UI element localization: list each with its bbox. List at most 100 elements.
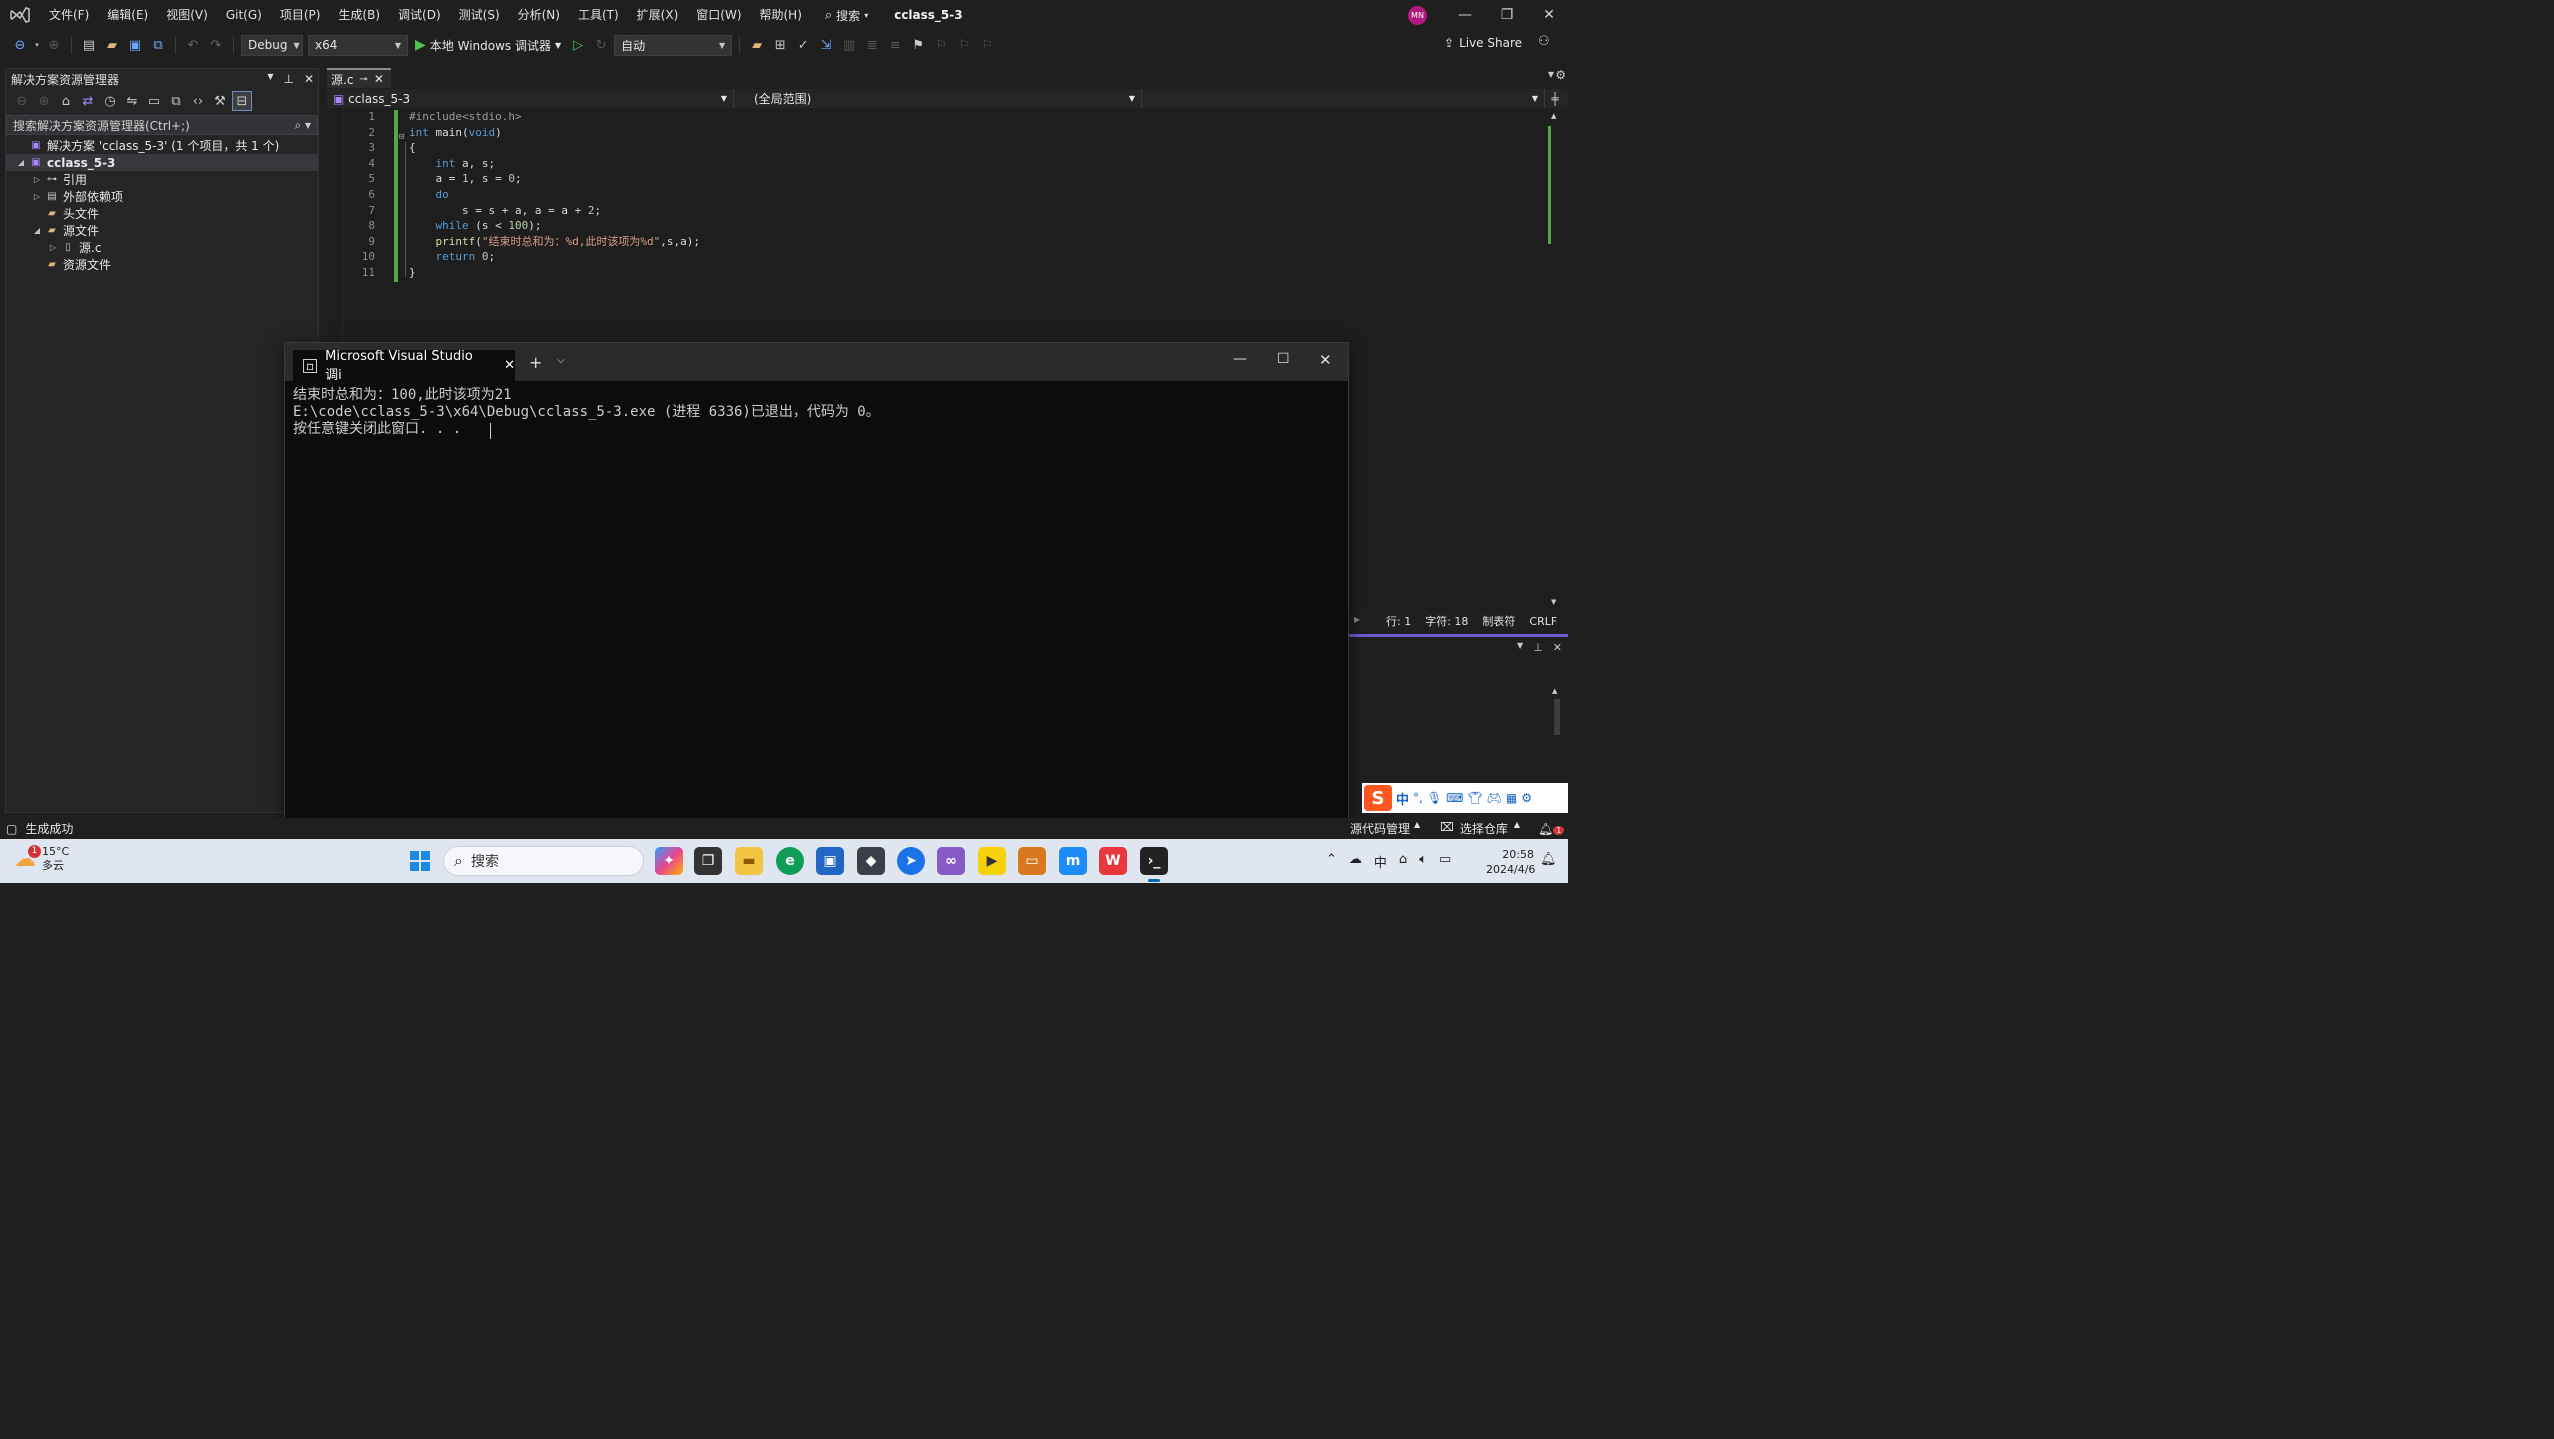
spellcheck-icon[interactable]: ✓	[793, 35, 813, 55]
preview-icon[interactable]: ⊟	[232, 91, 252, 111]
volume-icon[interactable]: 🔈︎	[1419, 852, 1427, 871]
clock[interactable]: 20:58 2024/4/6	[1486, 847, 1535, 877]
debug-console-window[interactable]: ▫ Microsoft Visual Studio 调i ✕ + ⌵ — ☐ ✕…	[284, 342, 1349, 840]
tree-item[interactable]: ▰ 资源文件	[6, 256, 318, 273]
battery-icon[interactable]: ▭	[1439, 852, 1451, 871]
platform-select[interactable]: x64 ▼	[308, 34, 408, 56]
file-explorer-icon[interactable]: ▬	[735, 847, 763, 875]
chevron-up-icon[interactable]: ⌃	[1326, 852, 1337, 871]
scroll-up-icon[interactable]: ▲	[1551, 112, 1556, 120]
toolbox-icon[interactable]: ▦	[1506, 791, 1517, 805]
save-all-icon[interactable]: ⧉	[148, 35, 168, 55]
wps-icon[interactable]: W	[1099, 847, 1127, 875]
new-tab-icon[interactable]: +	[529, 353, 542, 372]
start-without-debugging-icon[interactable]: ▷	[568, 35, 588, 55]
tray-ime[interactable]: 中	[1374, 852, 1387, 871]
network-icon[interactable]: ⌂	[1399, 852, 1407, 871]
collapse-icon[interactable]: ⊟	[399, 132, 404, 142]
layout-icon[interactable]: ⊞	[770, 35, 790, 55]
expander-icon[interactable]: ▷	[30, 192, 44, 201]
show-all-files-icon[interactable]: ⧉	[166, 91, 186, 111]
voice-icon[interactable]: 🎙︎	[1427, 791, 1442, 805]
dropdown-icon[interactable]: ▼	[267, 72, 273, 86]
expander-icon[interactable]: ◢	[14, 158, 28, 167]
redo-icon[interactable]: ↷	[206, 35, 226, 55]
menu-item[interactable]: 扩展(X)	[628, 0, 688, 30]
source-control-button[interactable]: 源代码管理 ▲	[1350, 820, 1420, 837]
ime-mode[interactable]: 中	[1396, 789, 1409, 808]
switch-view-icon[interactable]: ⇄	[78, 91, 98, 111]
restore-icon[interactable]: ❐	[1484, 0, 1530, 30]
edge-icon[interactable]: e	[776, 847, 804, 875]
menu-item[interactable]: 帮助(H)	[751, 0, 811, 30]
clear-bookmark-icon[interactable]: ⚐	[977, 35, 997, 55]
next-bookmark-icon[interactable]: ⚐	[954, 35, 974, 55]
start-debugging-button[interactable]: ▶ 本地 Windows 调试器 ▼	[411, 37, 565, 54]
scroll-down-icon[interactable]: ▼	[1551, 598, 1556, 606]
notifications-icon[interactable]: 🔔︎	[1540, 852, 1557, 867]
punctuation-icon[interactable]: °,	[1413, 791, 1423, 805]
eol-indicator[interactable]: CRLF	[1529, 615, 1557, 628]
select-repo-button[interactable]: ⌧ 选择仓库 ▲	[1440, 820, 1520, 837]
home-icon[interactable]: ⌂	[56, 91, 76, 111]
menu-item[interactable]: 调试(D)	[389, 0, 450, 30]
save-icon[interactable]: ▣	[125, 35, 145, 55]
terminal-icon[interactable]: ›_	[1140, 847, 1168, 875]
undo-icon[interactable]: ↶	[183, 35, 203, 55]
console-tab[interactable]: ▫ Microsoft Visual Studio 调i ✕	[293, 349, 515, 383]
pin-icon[interactable]: ⊥	[1533, 641, 1543, 654]
tree-item[interactable]: ▷ ⊶ 引用	[6, 171, 318, 188]
store-icon[interactable]: ▣	[816, 847, 844, 875]
menu-item[interactable]: 文件(F)	[40, 0, 98, 30]
solution-explorer-search[interactable]: 搜索解决方案资源管理器(Ctrl+;) ⌕ ▾	[6, 115, 318, 135]
properties-icon[interactable]: ⚒	[210, 91, 230, 111]
visual-studio-icon[interactable]: ∞	[937, 847, 965, 875]
potplayer-icon[interactable]: ▶	[978, 847, 1006, 875]
menu-item[interactable]: 测试(S)	[450, 0, 509, 30]
step-icon[interactable]: ⇲	[816, 35, 836, 55]
tree-item[interactable]: ▷ ▯ 源.c	[6, 239, 318, 256]
expander-icon[interactable]: ▷	[30, 175, 44, 184]
skin-icon[interactable]: 👕︎	[1467, 791, 1482, 805]
pin-icon[interactable]: ⊸	[359, 74, 367, 85]
expander-icon[interactable]: ◢	[30, 226, 44, 235]
expander-icon[interactable]: ▷	[46, 243, 60, 252]
scroll-up-icon[interactable]: ▲	[1552, 687, 1557, 695]
minimize-icon[interactable]: —	[1442, 0, 1488, 30]
feishu-icon[interactable]: ➤	[897, 847, 925, 875]
new-project-icon[interactable]: ▤	[79, 35, 99, 55]
game-icon[interactable]: 🎮︎	[1487, 791, 1502, 805]
live-share-button[interactable]: ⇪ Live Share	[1444, 36, 1522, 50]
scroll-left-icon[interactable]: ▶	[1354, 615, 1360, 624]
tree-item[interactable]: ▰ 头文件	[6, 205, 318, 222]
tree-item[interactable]: ◢ ▣ cclass_5-3	[6, 154, 318, 171]
close-icon[interactable]: ✕	[1553, 641, 1562, 654]
keyboard-icon[interactable]: ⌨	[1446, 791, 1463, 805]
scroll-thumb[interactable]	[1554, 699, 1560, 735]
scroll-thumb[interactable]	[1548, 126, 1560, 244]
menu-item[interactable]: 生成(B)	[329, 0, 389, 30]
maximize-icon[interactable]: ☐	[1277, 351, 1290, 367]
visual-studio-logo-icon[interactable]	[0, 0, 40, 30]
close-icon[interactable]: ✕	[1319, 351, 1332, 369]
menu-item[interactable]: 分析(N)	[509, 0, 569, 30]
pending-changes-icon[interactable]: ◷	[100, 91, 120, 111]
dropdown-icon[interactable]: ▼	[1517, 641, 1523, 654]
tree-item[interactable]: ◢ ▰ 源文件	[6, 222, 318, 239]
meitu-icon[interactable]: m	[1059, 847, 1087, 875]
search-box[interactable]: ⌕ 搜索 ▾	[825, 7, 868, 24]
member-nav-select[interactable]: ▼	[1142, 89, 1545, 108]
solution-folder-icon[interactable]: ▰	[747, 35, 767, 55]
project-nav-select[interactable]: ▣ cclass_5-3 ▼	[327, 89, 734, 108]
menu-item[interactable]: 视图(V)	[157, 0, 217, 30]
format-icon[interactable]: ▥	[839, 35, 859, 55]
outdent-icon[interactable]: ≡	[885, 35, 905, 55]
tabs-indicator[interactable]: 制表符	[1482, 613, 1515, 629]
menu-item[interactable]: 工具(T)	[569, 0, 628, 30]
back-icon[interactable]: ⊖	[12, 91, 32, 111]
menu-item[interactable]: 项目(P)	[271, 0, 330, 30]
notifications-icon[interactable]: 🔔︎ 1	[1538, 822, 1565, 836]
chevron-down-icon[interactable]: ⌵	[557, 355, 565, 366]
menu-item[interactable]: 编辑(E)	[98, 0, 157, 30]
windows-start-icon[interactable]	[406, 847, 434, 875]
